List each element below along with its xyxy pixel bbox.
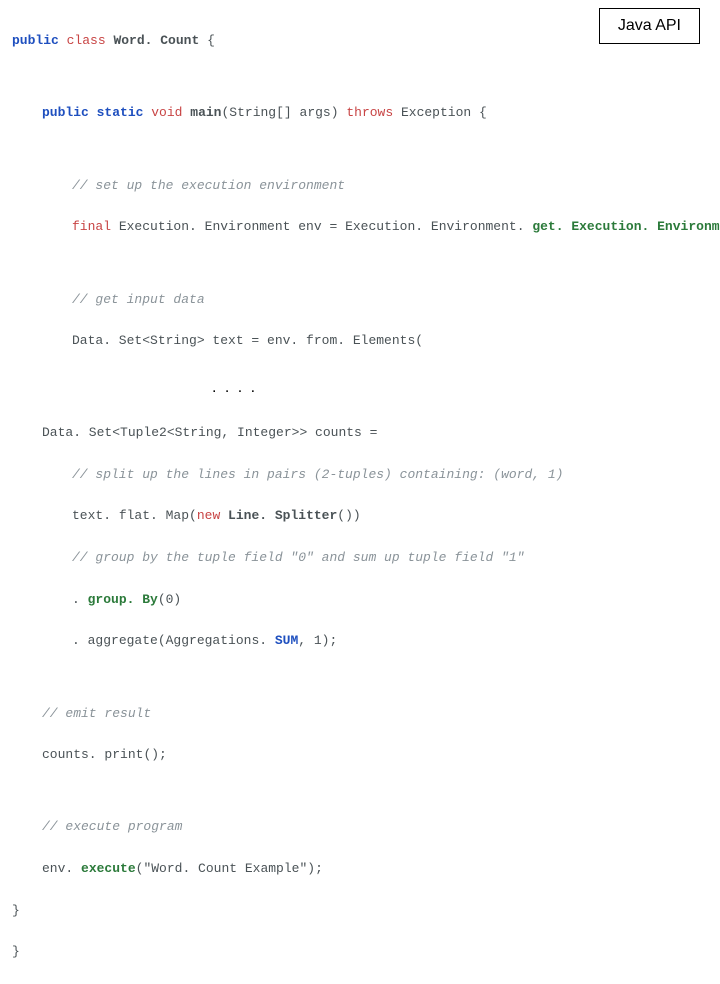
punc: . bbox=[72, 633, 88, 648]
params: (String[] args) bbox=[222, 105, 339, 120]
punc: (Aggregations. bbox=[158, 633, 275, 648]
punc: ()) bbox=[337, 508, 360, 523]
string-literal: "Word. Count Example" bbox=[143, 861, 307, 876]
brace: { bbox=[471, 105, 487, 120]
kw: void bbox=[151, 105, 182, 120]
method-call: execute bbox=[81, 861, 136, 876]
const: SUM bbox=[275, 633, 298, 648]
brace: { bbox=[199, 33, 215, 48]
type: Exception bbox=[401, 105, 471, 120]
punc: . bbox=[72, 592, 88, 607]
classname: Line. Splitter bbox=[220, 508, 337, 523]
kw: throws bbox=[346, 105, 393, 120]
punc: (); bbox=[143, 747, 166, 762]
kw: final bbox=[72, 219, 111, 234]
comment: // get input data bbox=[12, 290, 708, 311]
method-call: from. Elements bbox=[306, 333, 415, 348]
decl: Data. Set<String> text = env. bbox=[72, 333, 306, 348]
kw: static bbox=[97, 105, 144, 120]
comment: // set up the execution environment bbox=[12, 176, 708, 197]
code-block: Data. Set<Tuple2<String, Integer>> count… bbox=[12, 402, 708, 984]
code-line: counts. print(); bbox=[12, 745, 708, 766]
comment: // group by the tuple field "0" and sum … bbox=[12, 548, 708, 569]
brace: } bbox=[12, 901, 708, 922]
classname: Word. Count bbox=[113, 33, 199, 48]
txt: env. bbox=[42, 861, 81, 876]
method-call: get. Execution. Environment bbox=[532, 219, 720, 234]
kw: public bbox=[42, 105, 89, 120]
code-line: public static void main(String[] args) t… bbox=[12, 103, 708, 124]
punc: ); bbox=[307, 861, 323, 876]
method-call: flat. Map bbox=[119, 508, 189, 523]
punc: (0) bbox=[158, 592, 181, 607]
kw: public bbox=[12, 33, 59, 48]
decl: Data. Set<Tuple2<String, Integer>> count… bbox=[42, 425, 377, 440]
txt: text. bbox=[72, 508, 119, 523]
code-line: Data. Set<Tuple2<String, Integer>> count… bbox=[12, 423, 708, 444]
punc: , 1); bbox=[298, 633, 337, 648]
punc: ( bbox=[189, 508, 197, 523]
api-label-box: Java API bbox=[599, 8, 700, 44]
comment: // split up the lines in pairs (2-tuples… bbox=[12, 465, 708, 486]
eq: = Execution. Environment. bbox=[322, 219, 533, 234]
brace: } bbox=[12, 942, 708, 963]
ellipsis: . . . . bbox=[212, 373, 708, 403]
code-line: final Execution. Environment env = Execu… bbox=[12, 217, 708, 238]
comment: // execute program bbox=[12, 817, 708, 838]
code-block: public class Word. Count { public static… bbox=[12, 10, 708, 373]
txt: counts. bbox=[42, 747, 104, 762]
comment: // emit result bbox=[12, 704, 708, 725]
code-line: text. flat. Map(new Line. Splitter()) bbox=[12, 506, 708, 527]
code-line: Data. Set<String> text = env. from. Elem… bbox=[12, 331, 708, 352]
code-line: . aggregate(Aggregations. SUM, 1); bbox=[12, 631, 708, 652]
code-line: . group. By(0) bbox=[12, 590, 708, 611]
punc: ( bbox=[136, 861, 144, 876]
decl: Execution. Environment env bbox=[119, 219, 322, 234]
api-label-text: Java API bbox=[618, 17, 681, 34]
method-call: aggregate bbox=[88, 633, 158, 648]
method-name: main bbox=[190, 105, 221, 120]
kw: class bbox=[67, 33, 106, 48]
kw: new bbox=[197, 508, 220, 523]
method-call: print bbox=[104, 747, 143, 762]
method-call: group. By bbox=[88, 592, 158, 607]
punc: ( bbox=[415, 333, 423, 348]
code-line: env. execute("Word. Count Example"); bbox=[12, 859, 708, 880]
